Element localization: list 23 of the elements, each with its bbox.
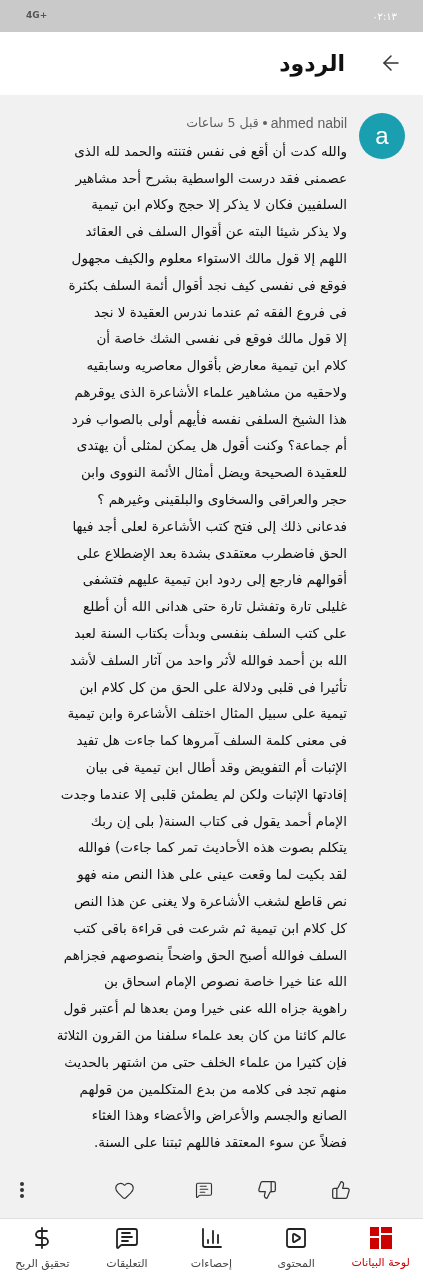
play-icon bbox=[284, 1226, 309, 1251]
nav-tab[interactable]: المحتوى bbox=[253, 1219, 339, 1280]
dislike-button[interactable] bbox=[257, 1180, 277, 1200]
avatar: a bbox=[359, 112, 405, 159]
more-icon bbox=[20, 1182, 24, 1198]
thumbs-down-icon bbox=[257, 1180, 277, 1200]
comment-time: قبل 5 ساعات bbox=[186, 113, 259, 132]
comment-text: والله كدت أن أقع فى نفس فتنته والحمد لله الذى عصمنى فقد درست الواسطية بشرح أحد مشاهير السلفيين فكان لا يذكر إلا حجج وكلام ابن تيمية ولا يذكر شيئا البته عن أقوال السلف فى العقائد اللهم إلا قول مالك الاستواء معلوم والكيف مجهول فوقع فى نفسى كيف نجد أقوال أئمة السلف بكثرة فى فروع الفقه ثم عندما ندرس العقيدة لا نجد إلا قول مالك فوقع فى نفسى الشك خاصة أن كلام ابن تيمية معارض بأقوال معاصريه وسابقيه ولاحقيه من مشاهير علماء الأشاعرة الذى يوقرهم هذا الشيخ السلفى نفسه فأيهم أولى بالصواب فرد أم جماعة؟ وكنت أقول هل يمكن لمثلى أن يهتدى للعقيدة الصحيحة ويضل أمثال الأئمة النووى وابن حجر والعراقى والسخاوى والبلقينى وغيرهم ؟ فدعانى ذلك إلى فتح كتب الأشاعرة لعلى أجد فيها الحق فاضطرب معتقدى بشدة بعد الإضطلاع على أقوالهم فارجع إلى ردود ابن تيمية عليهم فتشفى غليلى تارة وتفشل تارة حتى هدانى الله أن أطلع على كتب السلف بنفسى وبدأت بكتاب السنة لعبد الله بن أحمد فوالله لأثر واحد من آثار السلف لأشد تأثيرا فى قلبى ودلالة على الحق من كل كلام ابن تيمية على سبيل المثال اختلف الأشاعرة وابن تيمية فى معنى كلمة السلف آمروها كما جاءت هل تفيد الإثبات أم التفويض وقد أطال ابن تيمية فى بيان إفادتها الإثبات ولكن لم يطمئن قلبى إلا عندما وجدت الإمام أحمد يقول فى كتاب السنة( بلى إن ربك يتكلم بصوت هذه الأحاديث تمر كما جاءت) فوالله لقد بكيت لما وقعت عينى على هذا النص منه فهو نص قاطع لشغب الأشاعرة ولا يغنى عن هذا النص كل كلام ابن تيمية ثم شرعت فى قراءة باقى كتب السلف فوالله أصبح الحق واضحاً بنصوصهم فجزاهم الله عنا خيرا خاصة نصوص الإمام اسحاق بن راهوية جزاه الله عنى خيرا ومن بعدها لم أعتبر قول عالم كائنا من كان بعد علماء سلفنا من القرون الثلاثة فإن كثيرا من علماء الخلف حتى من اشتهر بالحديث منهم تجد فى كلامه من بدع المتكلمين من قولهم الصانع والجسم والأعراض والأعضاء وهذا الغثاء فضلاً عن سوء المعتقد فاللهم ثبتنا على السنة. bbox=[55, 141, 347, 1153]
dashboard-icon bbox=[369, 1227, 392, 1250]
comment-icon bbox=[114, 1226, 139, 1251]
thumbs-up-icon bbox=[331, 1180, 351, 1200]
nav-tab[interactable]: لوحة البيانات bbox=[338, 1219, 423, 1280]
nav-tab[interactable]: تحقيق الربح bbox=[0, 1219, 85, 1280]
nav-tab[interactable]: التعليقات bbox=[84, 1219, 170, 1280]
page-title: الردود bbox=[279, 49, 345, 79]
reply-button[interactable] bbox=[195, 1181, 213, 1199]
bar-chart-icon bbox=[199, 1226, 224, 1251]
comment-author: ahmed nabil bbox=[270, 113, 347, 133]
more-button[interactable] bbox=[20, 1182, 24, 1198]
like-button[interactable] bbox=[331, 1180, 351, 1200]
nav-tab[interactable]: إحصاءات bbox=[169, 1219, 254, 1280]
comment-icon bbox=[195, 1181, 213, 1199]
network-label: 4G+ bbox=[26, 9, 48, 23]
